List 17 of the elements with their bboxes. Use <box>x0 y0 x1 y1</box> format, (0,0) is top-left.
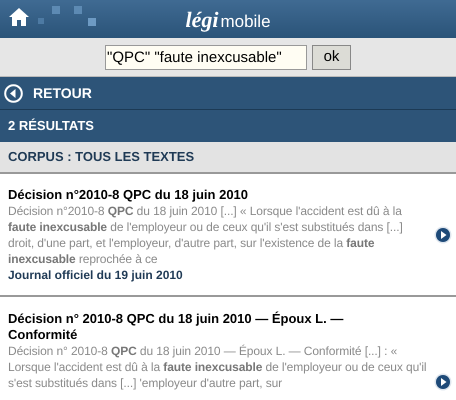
search-field[interactable]: "QPC" "faute inexcusable" <box>105 44 307 70</box>
result-count: 2 RÉSULTATS <box>8 117 94 136</box>
back-label[interactable]: RETOUR <box>33 82 92 104</box>
result-snippet: Décision n°2010-8 QPC du 18 juin 2010 [...] « Lorsque l'accident est dû à la faute inexcusable de l'employeur ou de ceux qu'il s'est substitués dans [...] droit, d'une part, et l'employeur, d'autre part, sur l'existence de la faute inexcusable reprochée à ce <box>8 203 404 267</box>
back-bar[interactable]: RETOUR <box>0 77 456 110</box>
result-source: Journal officiel du 19 juin 2010 <box>8 267 184 283</box>
result-title[interactable]: Décision n° 2010-8 QPC du 18 juin 2010 — Époux L. — Conformité <box>8 311 368 343</box>
logo-subtitle: mobile <box>220 10 271 32</box>
corpus-label: CORPUS : TOUS LES TEXTES <box>8 148 194 166</box>
ok-button[interactable]: ok <box>312 44 351 70</box>
result-title[interactable]: Décision n°2010-8 QPC du 18 juin 2010 <box>8 187 368 203</box>
play-icon[interactable] <box>434 373 452 391</box>
result-snippet: Décision n° 2010-8 QPC du 18 juin 2010 — Époux L. — Conformité [...] : « Lorsque l'accident est dû à la faute inexcusable de l'employeur ou de ceux qu'il s'est substitués dans [...] 'employeur d'autre part, sur <box>8 343 428 391</box>
back-icon <box>4 84 23 102</box>
home-icon[interactable] <box>8 7 30 27</box>
logo-text: légi <box>185 6 218 34</box>
play-icon[interactable] <box>434 226 452 244</box>
